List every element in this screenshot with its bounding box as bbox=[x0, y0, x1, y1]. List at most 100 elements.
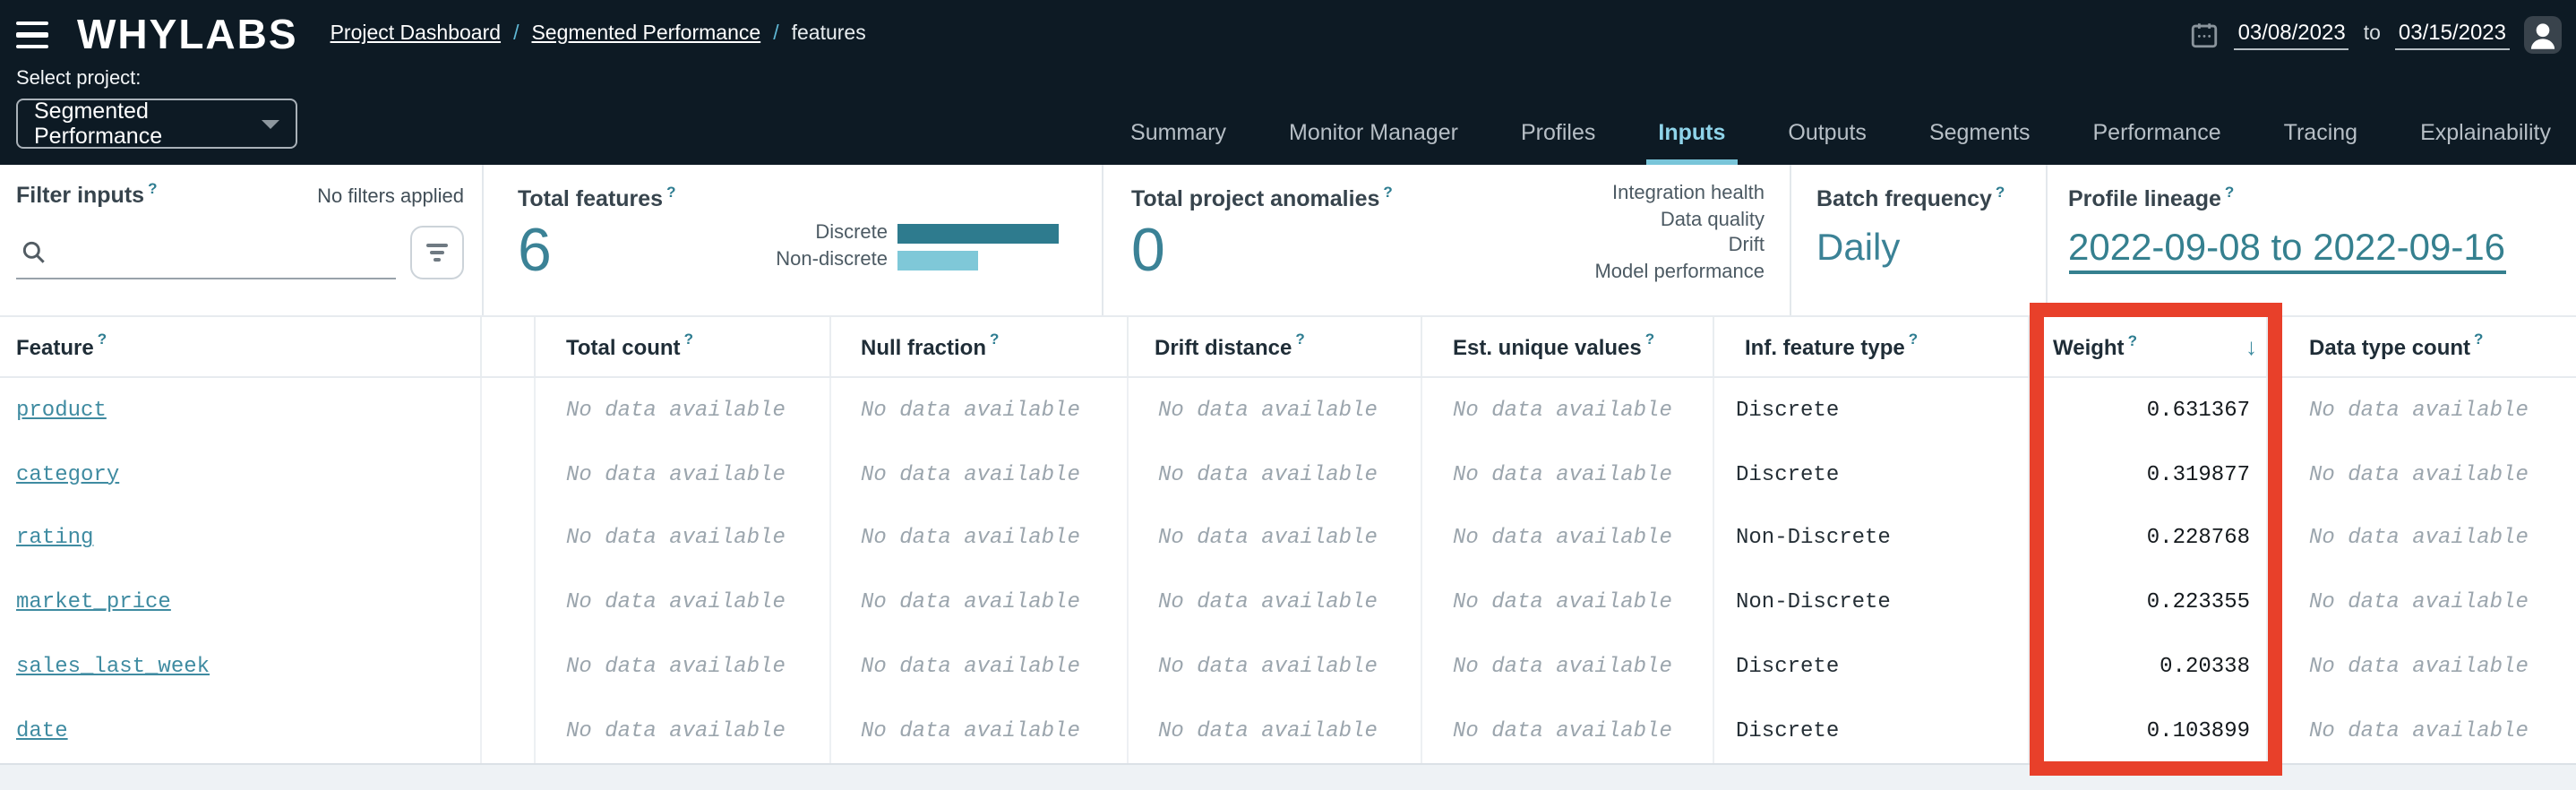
tab-profiles[interactable]: Profiles bbox=[1521, 100, 1595, 165]
weight-cell: 0.20338 bbox=[2030, 634, 2268, 699]
tab-summary[interactable]: Summary bbox=[1130, 100, 1226, 165]
tab-performance[interactable]: Performance bbox=[2093, 100, 2221, 165]
profile-lineage-title: Profile lineage? bbox=[2068, 183, 2235, 211]
inf-feature-type-cell: Discrete bbox=[1714, 378, 2030, 442]
no-data-cell: No data available bbox=[830, 698, 1128, 762]
tab-monitor-manager[interactable]: Monitor Manager bbox=[1289, 100, 1458, 165]
breadcrumb-item[interactable]: Project Dashboard bbox=[331, 23, 502, 45]
start-date-input[interactable]: 03/08/2023 bbox=[2234, 19, 2349, 49]
no-data-cell: No data available bbox=[1422, 378, 1714, 442]
table-row: rating No data available No data available… bbox=[0, 506, 2576, 571]
whylabs-logo: WHYLABS bbox=[77, 10, 298, 56]
feature-cell: rating bbox=[0, 506, 482, 571]
project-selector-group: Select project: Segmented Performance bbox=[16, 68, 297, 149]
no-data-cell: No data available bbox=[1422, 634, 1714, 699]
bar-label: Non-discrete bbox=[776, 249, 888, 270]
bar-row: Non-discrete bbox=[723, 249, 1058, 270]
no-data-cell: No data available bbox=[1422, 506, 1714, 571]
column-header-spacer bbox=[482, 317, 536, 376]
menu-icon[interactable] bbox=[16, 21, 48, 48]
search-icon bbox=[20, 238, 48, 267]
weight-cell: 0.319877 bbox=[2030, 442, 2268, 506]
weight-cell: 0.223355 bbox=[2030, 570, 2268, 634]
spacer-cell bbox=[482, 506, 536, 571]
inf-feature-type-cell: Discrete bbox=[1714, 698, 2030, 762]
column-header-weight[interactable]: Weight? ↓ bbox=[2030, 317, 2268, 376]
feature-link[interactable]: sales_last_week bbox=[16, 654, 210, 679]
spacer-cell bbox=[482, 698, 536, 762]
profile-lineage-link[interactable]: 2022-09-08 to 2022-09-16 bbox=[2068, 228, 2506, 274]
date-range-picker: 03/08/2023 to 03/15/2023 bbox=[2190, 15, 2576, 53]
tab-segments[interactable]: Segments bbox=[1929, 100, 2031, 165]
help-icon[interactable]: ? bbox=[2225, 183, 2234, 201]
column-header-null-fraction[interactable]: Null fraction? bbox=[830, 317, 1128, 376]
breadcrumb-item[interactable]: Segmented Performance bbox=[531, 23, 760, 45]
feature-cell: category bbox=[0, 442, 482, 506]
batch-frequency-title: Batch frequency? bbox=[1816, 183, 2005, 211]
table-body: product No data available No data availabl… bbox=[0, 378, 2576, 762]
no-data-cell: No data available bbox=[830, 442, 1128, 506]
column-header-inf-feature-type[interactable]: Inf. feature type? bbox=[1714, 317, 2030, 376]
tab-inputs[interactable]: Inputs bbox=[1645, 100, 1738, 165]
no-data-cell: No data available bbox=[1422, 698, 1714, 762]
help-icon[interactable]: ? bbox=[1383, 183, 1392, 201]
chevron-down-icon bbox=[262, 119, 279, 128]
column-header-feature[interactable]: Feature? bbox=[0, 317, 482, 376]
main-tabs: Summary Monitor Manager Profiles Inputs Outp… bbox=[1130, 100, 2551, 165]
filter-button[interactable] bbox=[410, 226, 464, 279]
feature-link[interactable]: date bbox=[16, 717, 68, 743]
features-table: Feature? Total count? Null fraction? Dri… bbox=[0, 315, 2576, 762]
help-icon[interactable]: ? bbox=[1996, 183, 2005, 201]
table-header-row: Feature? Total count? Null fraction? Dri… bbox=[0, 315, 2576, 378]
column-header-data-type-count[interactable]: Data type count? bbox=[2268, 317, 2576, 376]
no-data-cell: No data available bbox=[536, 506, 830, 571]
end-date-input[interactable]: 03/15/2023 bbox=[2394, 19, 2510, 49]
inf-feature-type-cell: Discrete bbox=[1714, 634, 2030, 699]
summary-panels: Filter inputs? No filters applied Total … bbox=[0, 165, 2576, 315]
feature-link[interactable]: market_price bbox=[16, 589, 171, 614]
bar bbox=[897, 223, 1058, 243]
sort-descending-icon[interactable]: ↓ bbox=[2245, 333, 2257, 360]
column-header-total-count[interactable]: Total count? bbox=[536, 317, 830, 376]
total-anomalies-title: Total project anomalies? bbox=[1131, 183, 1393, 211]
column-header-est-unique-values[interactable]: Est. unique values? bbox=[1422, 317, 1714, 376]
user-avatar-icon[interactable] bbox=[2524, 15, 2562, 53]
help-icon[interactable]: ? bbox=[666, 183, 675, 201]
calendar-icon[interactable] bbox=[2190, 19, 2220, 49]
tab-tracing[interactable]: Tracing bbox=[2284, 100, 2357, 165]
tab-explainability[interactable]: Explainability bbox=[2420, 100, 2551, 165]
no-data-cell: No data available bbox=[830, 506, 1128, 571]
project-selector[interactable]: Segmented Performance bbox=[16, 99, 297, 149]
inf-feature-type-cell: Discrete bbox=[1714, 442, 2030, 506]
spacer-cell bbox=[482, 442, 536, 506]
anomaly-category-label: Model performance bbox=[1594, 261, 1765, 282]
no-data-cell: No data available bbox=[536, 634, 830, 699]
feature-cell: market_price bbox=[0, 570, 482, 634]
search-input[interactable] bbox=[16, 228, 397, 279]
app: WHYLABS Project Dashboard / Segmented Perf… bbox=[0, 0, 2576, 790]
no-data-cell: No data available bbox=[2309, 525, 2529, 551]
feature-cell: product bbox=[0, 378, 482, 442]
feature-link[interactable]: category bbox=[16, 461, 119, 486]
inf-feature-type-cell: Non-Discrete bbox=[1714, 570, 2030, 634]
total-anomalies-panel: Total project anomalies? 0 Integration h… bbox=[1101, 165, 1790, 315]
no-data-cell: No data available bbox=[536, 378, 830, 442]
no-data-cell: No data available bbox=[1128, 378, 1422, 442]
tab-outputs[interactable]: Outputs bbox=[1788, 100, 1867, 165]
no-data-cell: No data available bbox=[1128, 506, 1422, 571]
bar-row: Discrete bbox=[723, 222, 1058, 244]
no-data-cell: No data available bbox=[2309, 589, 2529, 615]
column-header-drift-distance[interactable]: Drift distance? bbox=[1128, 317, 1422, 376]
no-data-cell: No data available bbox=[1128, 442, 1422, 506]
help-icon[interactable]: ? bbox=[148, 179, 157, 197]
top-navigation: WHYLABS Project Dashboard / Segmented Perf… bbox=[0, 0, 2576, 165]
spacer-cell bbox=[482, 378, 536, 442]
feature-link[interactable]: rating bbox=[16, 526, 93, 551]
feature-link[interactable]: product bbox=[16, 398, 107, 423]
no-data-cell: No data available bbox=[2309, 461, 2529, 487]
select-project-label: Select project: bbox=[16, 68, 142, 90]
breadcrumb-separator: / bbox=[773, 23, 779, 45]
weight-cell: 0.631367 bbox=[2030, 378, 2268, 442]
anomaly-categories: Integration health Data quality Drift Model… bbox=[1594, 181, 1765, 285]
breadcrumb: Project Dashboard / Segmented Performance /… bbox=[331, 23, 866, 45]
